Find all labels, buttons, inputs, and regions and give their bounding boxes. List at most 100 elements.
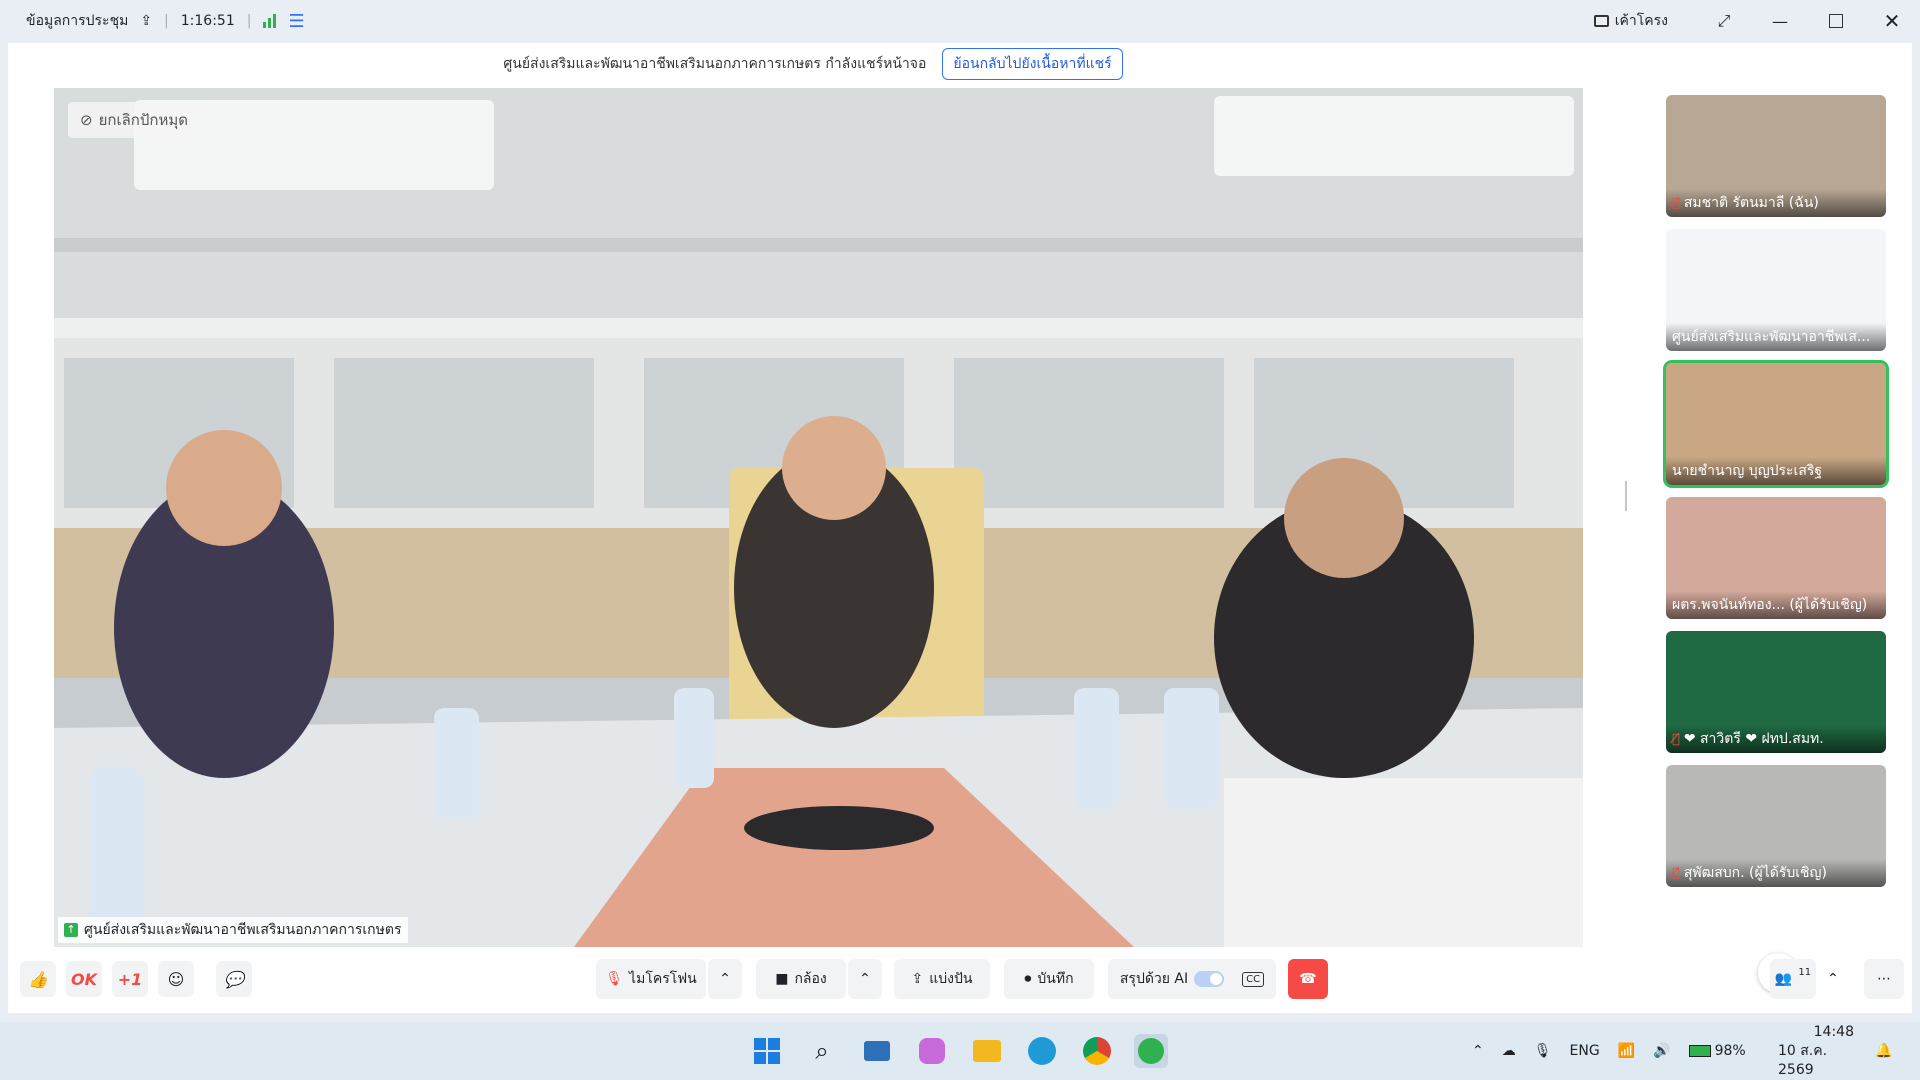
more-options-button[interactable]: ⋯	[1864, 959, 1904, 999]
participant-tile[interactable]: 🎙̸ สมชาติ รัตนมาลี (ฉัน)	[1666, 95, 1886, 217]
divider: |	[246, 13, 252, 29]
meeting-app-icon[interactable]	[1134, 1034, 1168, 1068]
layout-label: เค้าโครง	[1614, 13, 1668, 29]
layout-icon	[1593, 15, 1609, 27]
chrome-icon[interactable]	[1080, 1034, 1114, 1068]
volume-icon[interactable]: 🔊	[1653, 1043, 1670, 1059]
chat-button[interactable]: 💬	[216, 961, 252, 997]
share-button[interactable]: ⇪ แบ่งปัน	[894, 959, 990, 999]
meeting-info-button[interactable]: ข้อมูลการประชุม	[26, 10, 128, 32]
captions-button[interactable]: CC	[1242, 971, 1265, 987]
microphone-options[interactable]: ⌃	[708, 959, 742, 999]
thumbs-up-icon: 👍	[28, 969, 48, 989]
participant-tile[interactable]: 🎙̸ สุพัฒสบก. (ผู้ได้รับเชิญ)	[1666, 765, 1886, 887]
minimize-button[interactable]: —	[1752, 0, 1808, 42]
microphone-label: ไมโครโฟน	[629, 971, 697, 987]
menu-list-icon[interactable]: ☰	[288, 11, 304, 32]
windows-icon	[754, 1038, 780, 1064]
taskbar: ⌕ ⌃ ☁ 🎙 ENG 📶 🔊 98% 14:48 10 ส.ค. 2569 🔔	[0, 1022, 1920, 1080]
language-indicator[interactable]: ENG	[1570, 1043, 1600, 1059]
panel-resize-handle[interactable]	[1625, 481, 1627, 511]
participant-tile-active-speaker[interactable]: นายชำนาญ บุญประเสริฐ	[1663, 360, 1889, 488]
chevron-up-icon: ⌃	[859, 971, 871, 987]
participants-icon: 👥	[1774, 971, 1793, 987]
layout-button[interactable]: เค้าโครง	[1593, 10, 1668, 32]
participant-name: ผตร.พจนันท์ทอง... (ผู้ได้รับเชิญ)	[1672, 597, 1868, 613]
widgets-icon[interactable]	[860, 1034, 894, 1068]
sharing-banner: ศูนย์ส่งเสริมและพัฒนาอาชีพเสริมนอกภาคการ…	[8, 43, 1618, 85]
file-explorer-icon[interactable]	[970, 1034, 1004, 1068]
ok-reaction[interactable]: OK	[66, 961, 102, 997]
close-button[interactable]: ✕	[1864, 0, 1920, 42]
wifi-icon[interactable]: 📶	[1618, 1043, 1635, 1059]
participant-label: 🎙̸ สุพัฒสบก. (ผู้ได้รับเชิญ)	[1666, 859, 1886, 887]
mic-off-icon: 🎙̸	[1672, 865, 1680, 881]
mic-off-icon: 🎙̸	[1672, 731, 1680, 747]
system-tray: ⌃ ☁ 🎙 ENG 📶 🔊 98%	[1472, 1022, 1746, 1080]
divider: |	[164, 13, 169, 29]
participant-name: ศูนย์ส่งเสริมและพัฒนาอาชีพเส...	[1672, 329, 1871, 345]
more-icon: ⋯	[1877, 971, 1891, 987]
battery-indicator[interactable]: 98%	[1688, 1043, 1746, 1059]
fullscreen-icon[interactable]: ⤢	[1696, 0, 1752, 42]
edge-icon[interactable]	[1025, 1034, 1059, 1068]
title-bar: ข้อมูลการประชุม ⇪ | 1:16:51 | ☰ เค้าโครง…	[0, 0, 1920, 42]
mic-off-icon: 🎙̸	[1672, 195, 1680, 211]
share-link-icon[interactable]: ⇪	[140, 13, 152, 29]
hang-up-icon: ☎	[1299, 971, 1317, 987]
main-video[interactable]: ⊘ ยกเลิกปักหมุด ↑ ศูนย์ส่งเสริมและพัฒนาอ…	[54, 88, 1583, 947]
participant-name: สมชาติ รัตนมาลี (ฉัน)	[1683, 195, 1819, 211]
back-to-share-button[interactable]: ย้อนกลับไปยังเนื้อหาที่แชร์	[942, 48, 1123, 80]
notifications-icon[interactable]: 🔔	[1875, 1022, 1892, 1080]
emoji-icon: ☺	[167, 969, 185, 989]
chevron-up-icon[interactable]: ⌃	[1472, 1043, 1484, 1059]
control-bar: 👍 OK +1 ☺ 💬 🎙 ไมโครโฟน ⌃ ■ กล้อง ⌃ ⇪ แบ่…	[8, 951, 1912, 1013]
ok-reaction-label: OK	[71, 969, 97, 989]
ai-summary-toggle[interactable]	[1194, 971, 1225, 987]
clock[interactable]: 14:48 10 ส.ค. 2569	[1778, 1022, 1854, 1080]
search-icon[interactable]: ⌕	[805, 1034, 839, 1068]
maximize-button[interactable]	[1808, 0, 1864, 42]
thumbs-up-reaction[interactable]: 👍	[20, 961, 56, 997]
participants-button[interactable]: 👥 11	[1770, 959, 1816, 999]
main-video-name: ศูนย์ส่งเสริมและพัฒนาอาชีพเสริมนอกภาคการ…	[84, 922, 402, 938]
meeting-window: ศูนย์ส่งเสริมและพัฒนาอาชีพเสริมนอกภาคการ…	[8, 43, 1912, 1013]
onedrive-icon[interactable]: ☁	[1502, 1043, 1516, 1059]
participant-name: ❤ สาวิตรี ❤ ฝทป.สมท.	[1683, 731, 1824, 747]
participant-label: ผตร.พจนันท์ทอง... (ผู้ได้รับเชิญ)	[1666, 591, 1886, 619]
unpin-icon: ⊘	[80, 111, 93, 129]
camera-label: กล้อง	[794, 971, 827, 987]
network-signal-icon[interactable]	[263, 14, 277, 28]
chevron-up-icon: ⌃	[719, 971, 731, 987]
participant-tile[interactable]: ผตร.พจนันท์ทอง... (ผู้ได้รับเชิญ)	[1666, 497, 1886, 619]
record-button[interactable]: ⏺ บันทึก	[1004, 959, 1094, 999]
plus-one-reaction[interactable]: +1	[112, 961, 148, 997]
participant-tile[interactable]: ศูนย์ส่งเสริมและพัฒนาอาชีพเส...	[1666, 229, 1886, 351]
plus-one-label: +1	[117, 969, 143, 989]
unpin-button[interactable]: ⊘ ยกเลิกปักหมุด	[68, 102, 200, 138]
camera-button[interactable]: ■ กล้อง	[756, 959, 846, 999]
leave-meeting-button[interactable]: ☎	[1288, 959, 1328, 999]
participants-options[interactable]: ⌃	[1818, 959, 1848, 999]
participant-name: นายชำนาญ บุญประเสริฐ	[1672, 463, 1823, 479]
camera-options[interactable]: ⌃	[848, 959, 882, 999]
main-video-label: ↑ ศูนย์ส่งเสริมและพัฒนาอาชีพเสริมนอกภาคก…	[58, 917, 408, 943]
meeting-timer: 1:16:51	[180, 13, 235, 29]
share-label: แบ่งปัน	[929, 971, 973, 987]
camera-icon: ■	[775, 971, 789, 987]
microphone-button[interactable]: 🎙 ไมโครโฟน	[596, 959, 706, 999]
microphone-icon[interactable]: 🎙	[1534, 1043, 1552, 1059]
screen-share-icon: ↑	[64, 923, 78, 937]
share-screen-icon: ⇪	[911, 971, 924, 987]
meeting-room-scene	[54, 88, 1583, 947]
record-icon: ⏺	[1024, 971, 1032, 987]
record-label: บันทึก	[1037, 971, 1074, 987]
start-button[interactable]	[750, 1034, 784, 1068]
emoji-button[interactable]: ☺	[158, 961, 194, 997]
participant-label: ศูนย์ส่งเสริมและพัฒนาอาชีพเส...	[1666, 323, 1886, 351]
participant-tile[interactable]: 🎙̸ ❤ สาวิตรี ❤ ฝทป.สมท.	[1666, 631, 1886, 753]
ai-summary-button[interactable]: สรุปด้วย AI CC	[1108, 959, 1276, 999]
battery-icon	[1688, 1045, 1711, 1057]
chat-icon: 💬	[224, 969, 244, 989]
copilot-icon[interactable]	[915, 1034, 949, 1068]
